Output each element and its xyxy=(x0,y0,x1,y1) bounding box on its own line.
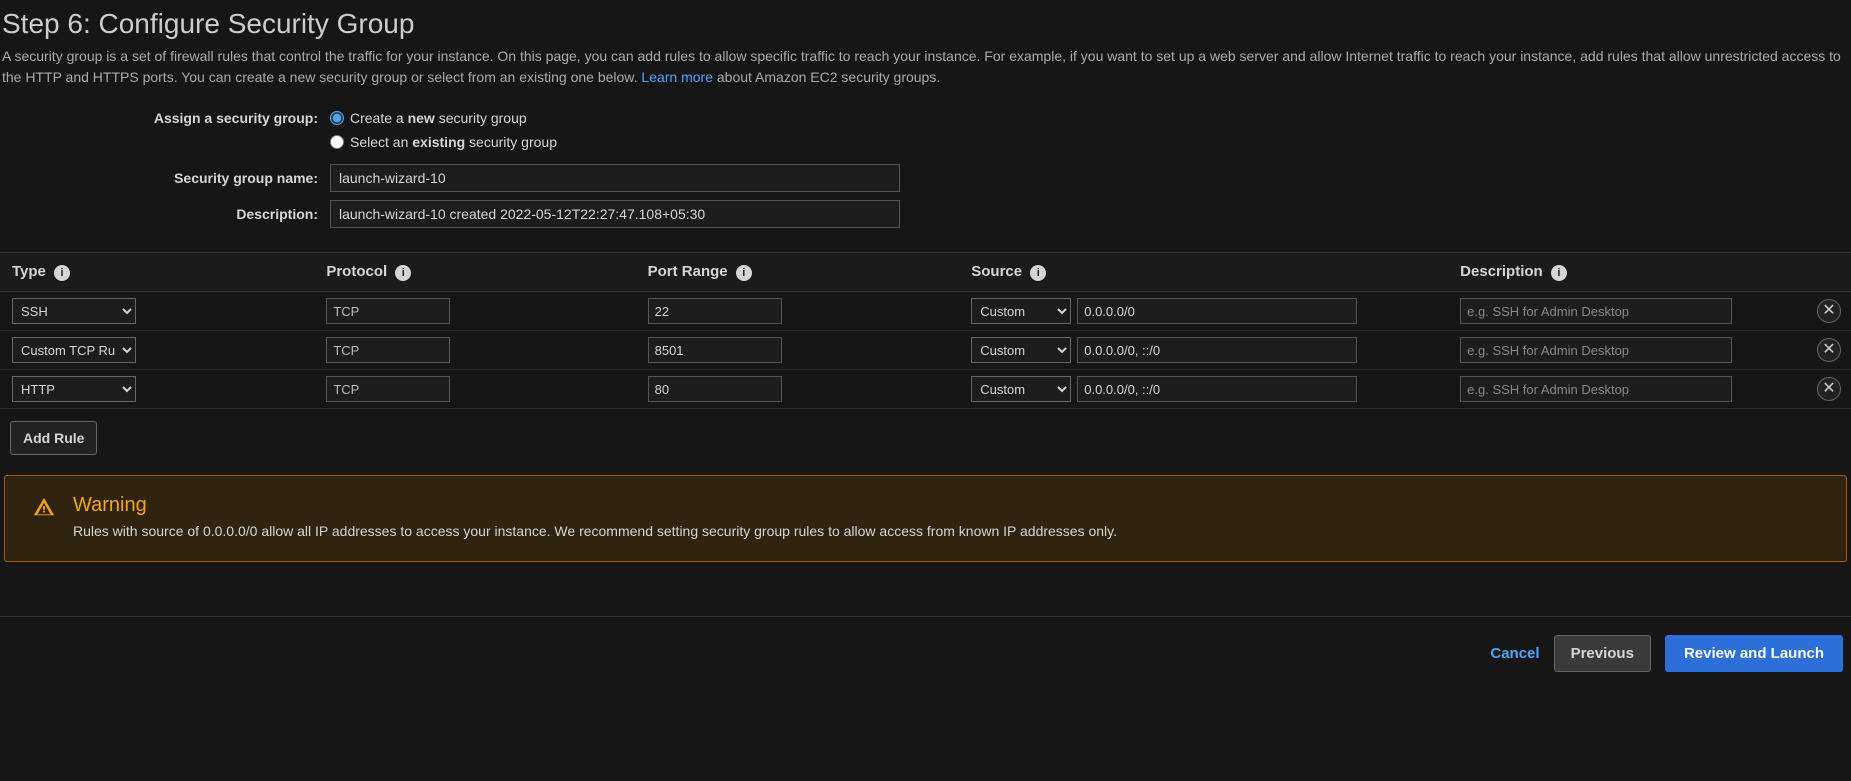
col-header-port: Port Range i xyxy=(636,253,960,292)
page-description-tail: about Amazon EC2 security groups. xyxy=(717,69,940,85)
warning-title: Warning xyxy=(73,494,1117,517)
type-select[interactable]: SSH xyxy=(12,298,136,324)
rule-description-input[interactable] xyxy=(1460,376,1732,402)
info-icon[interactable]: i xyxy=(54,265,70,281)
protocol-input xyxy=(326,298,450,324)
col-header-protocol-text: Protocol xyxy=(326,263,387,280)
security-group-name-label: Security group name: xyxy=(0,170,330,186)
radio-create-new-label: Create a new security group xyxy=(350,110,527,126)
source-cidr-input[interactable] xyxy=(1077,376,1357,402)
rule-description-input[interactable] xyxy=(1460,337,1732,363)
warning-icon xyxy=(33,496,55,539)
radio-create-bold: new xyxy=(408,110,435,126)
port-range-input[interactable] xyxy=(648,298,782,324)
assign-security-group-label: Assign a security group: xyxy=(0,110,330,126)
remove-rule-button[interactable]: ✕ xyxy=(1817,377,1841,401)
security-group-name-input[interactable] xyxy=(330,164,900,192)
table-row: Custom TCP Rule Custom ✕ xyxy=(0,331,1851,370)
radio-select-existing[interactable]: Select an existing security group xyxy=(330,134,557,150)
port-range-input[interactable] xyxy=(648,337,782,363)
table-row: SSH Custom ✕ xyxy=(0,292,1851,331)
table-row: HTTP Custom ✕ xyxy=(0,370,1851,409)
security-group-desc-input[interactable] xyxy=(330,200,900,228)
security-group-desc-label: Description: xyxy=(0,206,330,222)
col-header-description: Description i xyxy=(1448,253,1797,292)
remove-rule-button[interactable]: ✕ xyxy=(1817,338,1841,362)
radio-create-new-input[interactable] xyxy=(330,111,344,125)
page-description: A security group is a set of firewall ru… xyxy=(0,46,1851,106)
info-icon[interactable]: i xyxy=(736,265,752,281)
type-select[interactable]: Custom TCP Rule xyxy=(12,337,136,363)
remove-rule-button[interactable]: ✕ xyxy=(1817,299,1841,323)
col-header-description-text: Description xyxy=(1460,263,1543,280)
port-range-input[interactable] xyxy=(648,376,782,402)
radio-existing-post: security group xyxy=(465,134,557,150)
page-title: Step 6: Configure Security Group xyxy=(0,0,1851,46)
source-select[interactable]: Custom xyxy=(971,376,1071,402)
info-icon[interactable]: i xyxy=(1030,265,1046,281)
col-header-type: Type i xyxy=(0,253,314,292)
learn-more-link[interactable]: Learn more xyxy=(641,69,713,85)
col-header-type-text: Type xyxy=(12,263,46,280)
radio-existing-pre: Select an xyxy=(350,134,412,150)
rules-table: Type i Protocol i Port Range i Source i … xyxy=(0,252,1851,409)
protocol-input xyxy=(326,376,450,402)
source-cidr-input[interactable] xyxy=(1077,298,1357,324)
previous-button[interactable]: Previous xyxy=(1554,635,1651,672)
info-icon[interactable]: i xyxy=(1551,265,1567,281)
info-icon[interactable]: i xyxy=(395,265,411,281)
col-header-source-text: Source xyxy=(971,263,1022,280)
col-header-source: Source i xyxy=(959,253,1448,292)
radio-select-existing-label: Select an existing security group xyxy=(350,134,557,150)
radio-create-new[interactable]: Create a new security group xyxy=(330,110,527,126)
type-select[interactable]: HTTP xyxy=(12,376,136,402)
radio-create-pre: Create a xyxy=(350,110,408,126)
footer-bar: Cancel Previous Review and Launch xyxy=(0,616,1851,690)
source-cidr-input[interactable] xyxy=(1077,337,1357,363)
rule-description-input[interactable] xyxy=(1460,298,1732,324)
cancel-button[interactable]: Cancel xyxy=(1490,645,1539,662)
review-and-launch-button[interactable]: Review and Launch xyxy=(1665,635,1843,672)
source-select[interactable]: Custom xyxy=(971,298,1071,324)
warning-text: Rules with source of 0.0.0.0/0 allow all… xyxy=(73,523,1117,539)
add-rule-button[interactable]: Add Rule xyxy=(10,421,97,455)
radio-existing-bold: existing xyxy=(412,134,465,150)
radio-create-post: security group xyxy=(435,110,527,126)
col-header-protocol: Protocol i xyxy=(314,253,635,292)
warning-box: Warning Rules with source of 0.0.0.0/0 a… xyxy=(4,475,1847,562)
col-header-port-text: Port Range xyxy=(648,263,728,280)
protocol-input xyxy=(326,337,450,363)
radio-select-existing-input[interactable] xyxy=(330,135,344,149)
source-select[interactable]: Custom xyxy=(971,337,1071,363)
